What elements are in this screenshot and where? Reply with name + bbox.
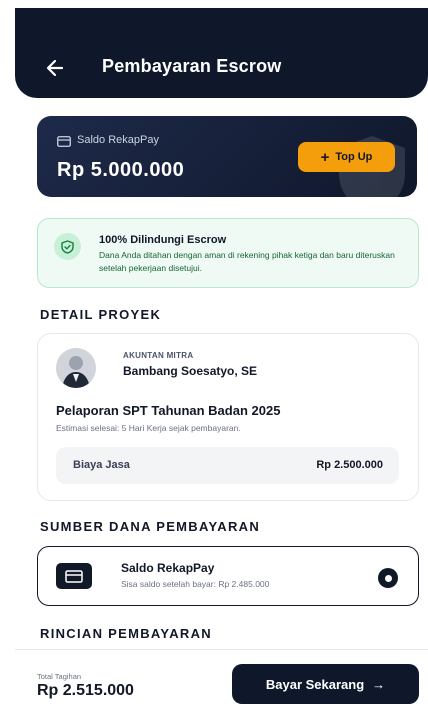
service-fee-row: Biaya Jasa Rp 2.500.000 xyxy=(56,447,399,484)
payment-source-option[interactable]: Saldo RekapPay Sisa saldo setelah bayar:… xyxy=(37,546,419,606)
section-title-project: DETAIL PROYEK xyxy=(40,307,162,322)
avatar xyxy=(56,348,96,388)
top-up-label: Top Up xyxy=(335,151,373,163)
app-header: Pembayaran Escrow xyxy=(15,8,428,98)
avatar-photo xyxy=(56,348,96,388)
service-fee-value: Rp 2.500.000 xyxy=(316,459,383,471)
balance-label: Saldo RekapPay xyxy=(77,134,159,146)
project-title: Pelaporan SPT Tahunan Badan 2025 xyxy=(56,403,281,418)
project-estimate: Estimasi selesai: 5 Hari Kerja sejak pem… xyxy=(56,423,241,433)
top-up-button[interactable]: + Top Up xyxy=(298,142,395,172)
accountant-role: AKUNTAN MITRA xyxy=(123,351,194,360)
shield-check-icon xyxy=(61,239,74,254)
page-title: Pembayaran Escrow xyxy=(102,56,282,76)
payment-source-description: Sisa saldo setelah bayar: Rp 2.485.000 xyxy=(121,579,270,589)
checkout-bar: Total Tagihan Rp 2.515.000 Bayar Sekaran… xyxy=(15,649,428,718)
escrow-shield-badge xyxy=(54,233,81,260)
arrow-left-icon[interactable] xyxy=(45,58,65,78)
section-title-payment-source: SUMBER DANA PEMBAYARAN xyxy=(40,519,261,534)
balance-amount: Rp 5.000.000 xyxy=(57,159,185,181)
pay-now-button[interactable]: Bayar Sekarang → xyxy=(232,664,419,704)
balance-card: Saldo RekapPay Rp 5.000.000 + Top Up xyxy=(37,116,417,197)
wallet-card-icon xyxy=(56,563,92,589)
escrow-protection-notice: 100% Dilindungi Escrow Dana Anda ditahan… xyxy=(37,218,419,288)
card-icon xyxy=(57,136,71,147)
section-title-breakdown: RINCIAN PEMBAYARAN xyxy=(40,626,212,641)
total-amount: Rp 2.515.000 xyxy=(37,682,134,699)
radio-dot xyxy=(384,574,392,582)
radio-selected[interactable] xyxy=(378,568,398,588)
arrow-right-icon: → xyxy=(372,676,386,692)
project-card: AKUNTAN MITRA Bambang Soesatyo, SE Pelap… xyxy=(37,333,419,501)
escrow-title: 100% Dilindungi Escrow xyxy=(99,234,227,246)
payment-source-title: Saldo RekapPay xyxy=(121,561,215,575)
escrow-description: Dana Anda ditahan dengan aman di rekenin… xyxy=(99,250,395,273)
pay-now-label: Bayar Sekarang xyxy=(265,676,365,692)
accountant-name: Bambang Soesatyo, SE xyxy=(123,364,258,378)
service-fee-label: Biaya Jasa xyxy=(73,459,130,471)
plus-icon: + xyxy=(320,148,330,166)
total-label: Total Tagihan xyxy=(37,672,82,681)
